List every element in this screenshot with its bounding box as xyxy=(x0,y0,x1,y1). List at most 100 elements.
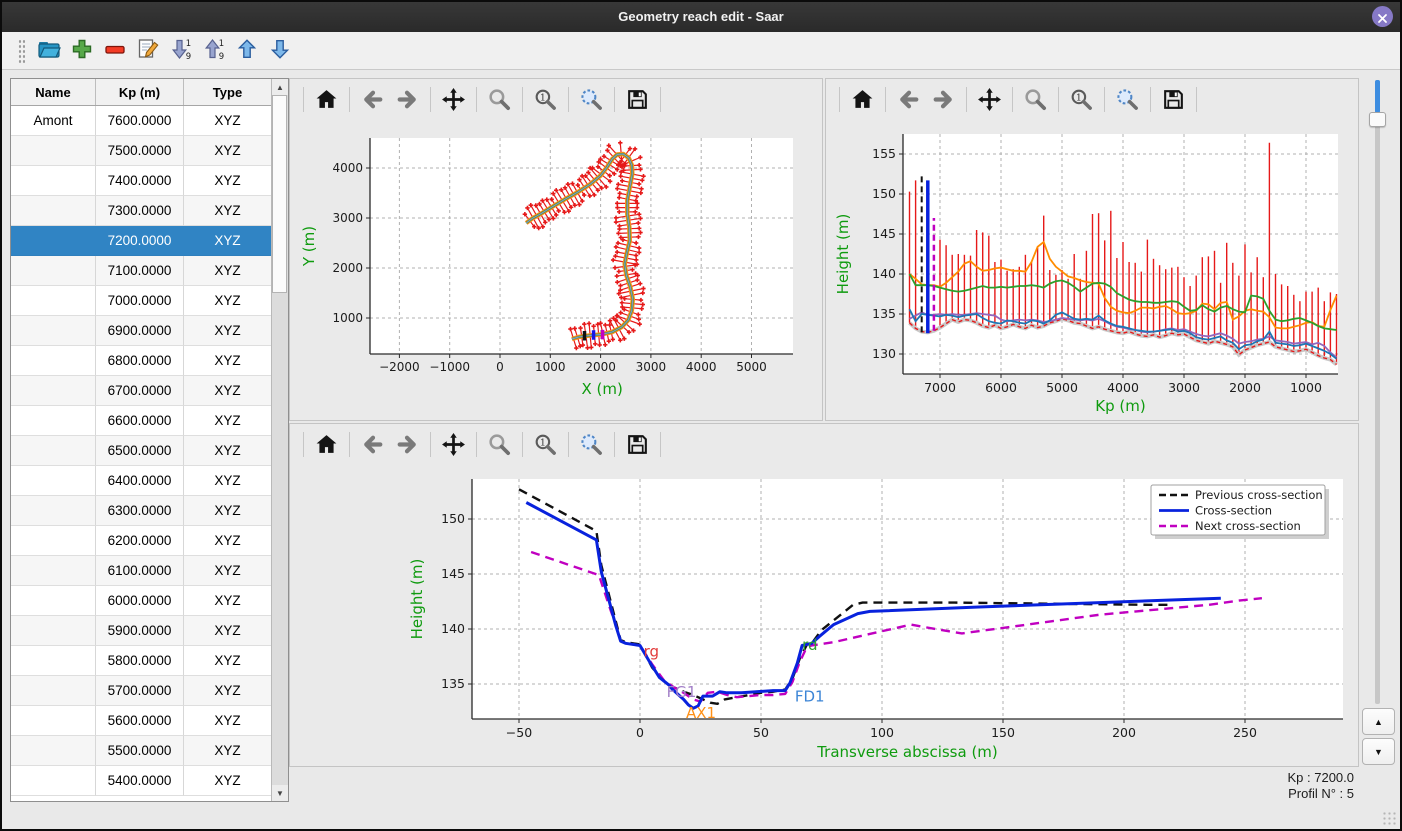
edit-button[interactable] xyxy=(135,35,163,63)
table-cell[interactable] xyxy=(11,286,96,316)
table-row[interactable]: 6000.0000XYZ xyxy=(11,586,288,616)
table-cell[interactable]: 6100.0000 xyxy=(96,556,184,586)
table-cell[interactable]: XYZ xyxy=(184,616,272,646)
table-cell[interactable] xyxy=(11,226,96,256)
table-cell[interactable] xyxy=(11,646,96,676)
table-scrollbar[interactable]: ▲ ▼ xyxy=(271,79,288,801)
table-row[interactable]: 6200.0000XYZ xyxy=(11,526,288,556)
table-row[interactable]: 7200.0000XYZ xyxy=(11,226,288,256)
table-row[interactable]: 5900.0000XYZ xyxy=(11,616,288,646)
table-row[interactable]: 6300.0000XYZ xyxy=(11,496,288,526)
table-cell[interactable]: 6900.0000 xyxy=(96,316,184,346)
table-cell[interactable]: Amont xyxy=(11,106,96,136)
table-cell[interactable]: 7400.0000 xyxy=(96,166,184,196)
table-cell[interactable]: 7500.0000 xyxy=(96,136,184,166)
pan-button[interactable] xyxy=(439,430,468,459)
table-cell[interactable] xyxy=(11,256,96,286)
table-row[interactable]: 7000.0000XYZ xyxy=(11,286,288,316)
table-row[interactable]: 7300.0000XYZ xyxy=(11,196,288,226)
pan-button[interactable] xyxy=(439,85,468,114)
save-button[interactable] xyxy=(623,430,652,459)
table-cell[interactable]: 5700.0000 xyxy=(96,676,184,706)
table-cell[interactable]: 7100.0000 xyxy=(96,256,184,286)
toolbar-drag-handle[interactable] xyxy=(18,39,25,63)
zoom-button[interactable] xyxy=(1021,85,1050,114)
plan-plot-canvas[interactable]: −2000−1000010002000300040005000100020003… xyxy=(290,119,822,419)
table-row[interactable]: 6800.0000XYZ xyxy=(11,346,288,376)
profile-position-slider[interactable] xyxy=(1368,80,1388,704)
table-cell[interactable] xyxy=(11,346,96,376)
back-button[interactable] xyxy=(358,430,387,459)
table-cell[interactable]: 6400.0000 xyxy=(96,466,184,496)
table-row[interactable]: 6700.0000XYZ xyxy=(11,376,288,406)
table-cell[interactable]: XYZ xyxy=(184,646,272,676)
slider-handle[interactable] xyxy=(1369,112,1386,127)
table-cell[interactable] xyxy=(11,166,96,196)
zoom-extents-button[interactable] xyxy=(577,85,606,114)
table-row[interactable]: 5800.0000XYZ xyxy=(11,646,288,676)
slider-track[interactable] xyxy=(1375,80,1380,704)
back-button[interactable] xyxy=(894,85,923,114)
home-button[interactable] xyxy=(312,85,341,114)
table-cell[interactable] xyxy=(11,616,96,646)
table-cell[interactable]: 5900.0000 xyxy=(96,616,184,646)
table-cell[interactable]: 6700.0000 xyxy=(96,376,184,406)
resize-grip[interactable] xyxy=(1382,811,1396,825)
table-row[interactable]: Amont7600.0000XYZ xyxy=(11,106,288,136)
table-cell[interactable]: 6300.0000 xyxy=(96,496,184,526)
titlebar[interactable]: Geometry reach edit - Saar xyxy=(2,2,1400,32)
table-row[interactable]: 5600.0000XYZ xyxy=(11,706,288,736)
table-cell[interactable] xyxy=(11,526,96,556)
next-profile-button[interactable]: ▼ xyxy=(1362,738,1395,765)
column-header-kp-m-[interactable]: Kp (m) xyxy=(96,79,184,105)
table-cell[interactable]: XYZ xyxy=(184,706,272,736)
scroll-down-button[interactable]: ▼ xyxy=(272,785,288,801)
scroll-thumb[interactable] xyxy=(272,95,287,293)
table-cell[interactable]: 5500.0000 xyxy=(96,736,184,766)
table-cell[interactable] xyxy=(11,136,96,166)
table-cell[interactable]: 7200.0000 xyxy=(96,226,184,256)
table-cell[interactable] xyxy=(11,766,96,796)
table-cell[interactable]: 6000.0000 xyxy=(96,586,184,616)
table-cell[interactable]: 6600.0000 xyxy=(96,406,184,436)
profile-plot-canvas[interactable]: 7000600050004000300020001000130135140145… xyxy=(826,119,1358,419)
section-plot-canvas[interactable]: −50050100150200250135140145150Transverse… xyxy=(290,464,1356,766)
table-row[interactable]: 6500.0000XYZ xyxy=(11,436,288,466)
table-cell[interactable] xyxy=(11,736,96,766)
table-cell[interactable]: XYZ xyxy=(184,766,272,796)
table-cell[interactable]: XYZ xyxy=(184,166,272,196)
table-cell[interactable] xyxy=(11,586,96,616)
table-row[interactable]: 6400.0000XYZ xyxy=(11,466,288,496)
table-row[interactable]: 5700.0000XYZ xyxy=(11,676,288,706)
back-button[interactable] xyxy=(358,85,387,114)
save-button[interactable] xyxy=(623,85,652,114)
table-cell[interactable]: 7000.0000 xyxy=(96,286,184,316)
table-cell[interactable]: XYZ xyxy=(184,226,272,256)
table-cell[interactable] xyxy=(11,406,96,436)
zoom-extents-button[interactable] xyxy=(1113,85,1142,114)
table-cell[interactable]: 5400.0000 xyxy=(96,766,184,796)
table-cell[interactable] xyxy=(11,496,96,526)
table-cell[interactable]: XYZ xyxy=(184,196,272,226)
table-cell[interactable]: XYZ xyxy=(184,466,272,496)
table-row[interactable]: 7400.0000XYZ xyxy=(11,166,288,196)
table-cell[interactable]: XYZ xyxy=(184,376,272,406)
pan-button[interactable] xyxy=(975,85,1004,114)
table-cell[interactable]: XYZ xyxy=(184,256,272,286)
table-row[interactable]: 6900.0000XYZ xyxy=(11,316,288,346)
table-cell[interactable]: XYZ xyxy=(184,526,272,556)
table-cell[interactable] xyxy=(11,676,96,706)
table-cell[interactable]: XYZ xyxy=(184,436,272,466)
table-cell[interactable] xyxy=(11,376,96,406)
table-cell[interactable]: XYZ xyxy=(184,136,272,166)
table-cell[interactable]: XYZ xyxy=(184,346,272,376)
table-cell[interactable]: 6500.0000 xyxy=(96,436,184,466)
table-cell[interactable] xyxy=(11,466,96,496)
home-button[interactable] xyxy=(312,430,341,459)
table-cell[interactable]: 6200.0000 xyxy=(96,526,184,556)
table-row[interactable]: 7100.0000XYZ xyxy=(11,256,288,286)
move-down-button[interactable] xyxy=(267,35,295,63)
scroll-up-button[interactable]: ▲ xyxy=(272,79,288,95)
move-up-button[interactable] xyxy=(234,35,262,63)
table-cell[interactable]: XYZ xyxy=(184,496,272,526)
